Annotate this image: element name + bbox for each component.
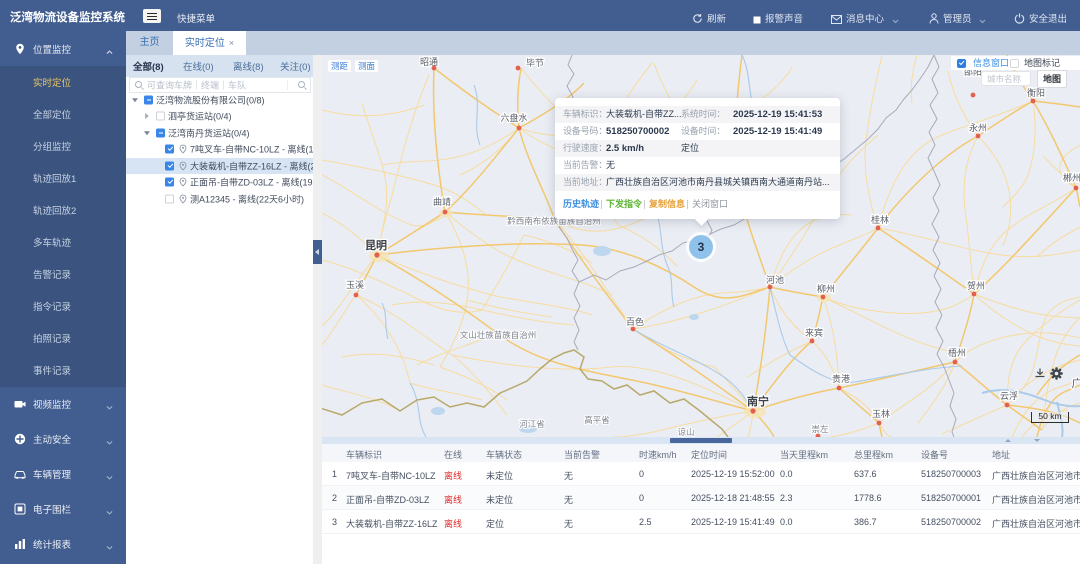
svg-text:百色: 百色 bbox=[626, 316, 644, 327]
svg-text:河江省: 河江省 bbox=[519, 419, 545, 429]
svg-text:六盘水: 六盘水 bbox=[500, 112, 527, 123]
svg-text:云浮: 云浮 bbox=[1000, 390, 1018, 401]
svg-text:高平省: 高平省 bbox=[584, 415, 610, 425]
svg-text:南宁: 南宁 bbox=[747, 394, 769, 408]
svg-text:毕节: 毕节 bbox=[526, 57, 544, 68]
svg-text:桂林: 桂林 bbox=[871, 214, 889, 225]
svg-text:玉溪: 玉溪 bbox=[346, 279, 364, 290]
svg-text:广: 广 bbox=[1072, 377, 1080, 390]
svg-text:河池: 河池 bbox=[766, 274, 784, 285]
svg-text:贵港: 贵港 bbox=[832, 373, 850, 384]
svg-text:昭通: 昭通 bbox=[420, 57, 438, 67]
svg-text:衡阳: 衡阳 bbox=[1027, 87, 1045, 98]
svg-text:柳州: 柳州 bbox=[817, 283, 835, 294]
svg-text:文山壮族苗族自治州: 文山壮族苗族自治州 bbox=[460, 330, 537, 340]
svg-text:玉林: 玉林 bbox=[872, 408, 890, 419]
svg-text:曲靖: 曲靖 bbox=[433, 196, 451, 207]
svg-text:谅山: 谅山 bbox=[677, 427, 694, 437]
svg-text:贺州: 贺州 bbox=[967, 280, 985, 291]
svg-text:郴州: 郴州 bbox=[1063, 172, 1080, 183]
svg-text:梧州: 梧州 bbox=[948, 347, 966, 358]
svg-text:崇左: 崇左 bbox=[811, 424, 829, 434]
svg-text:永州: 永州 bbox=[969, 122, 987, 133]
svg-text:昆明: 昆明 bbox=[365, 239, 387, 252]
svg-text:来宾: 来宾 bbox=[805, 327, 823, 338]
